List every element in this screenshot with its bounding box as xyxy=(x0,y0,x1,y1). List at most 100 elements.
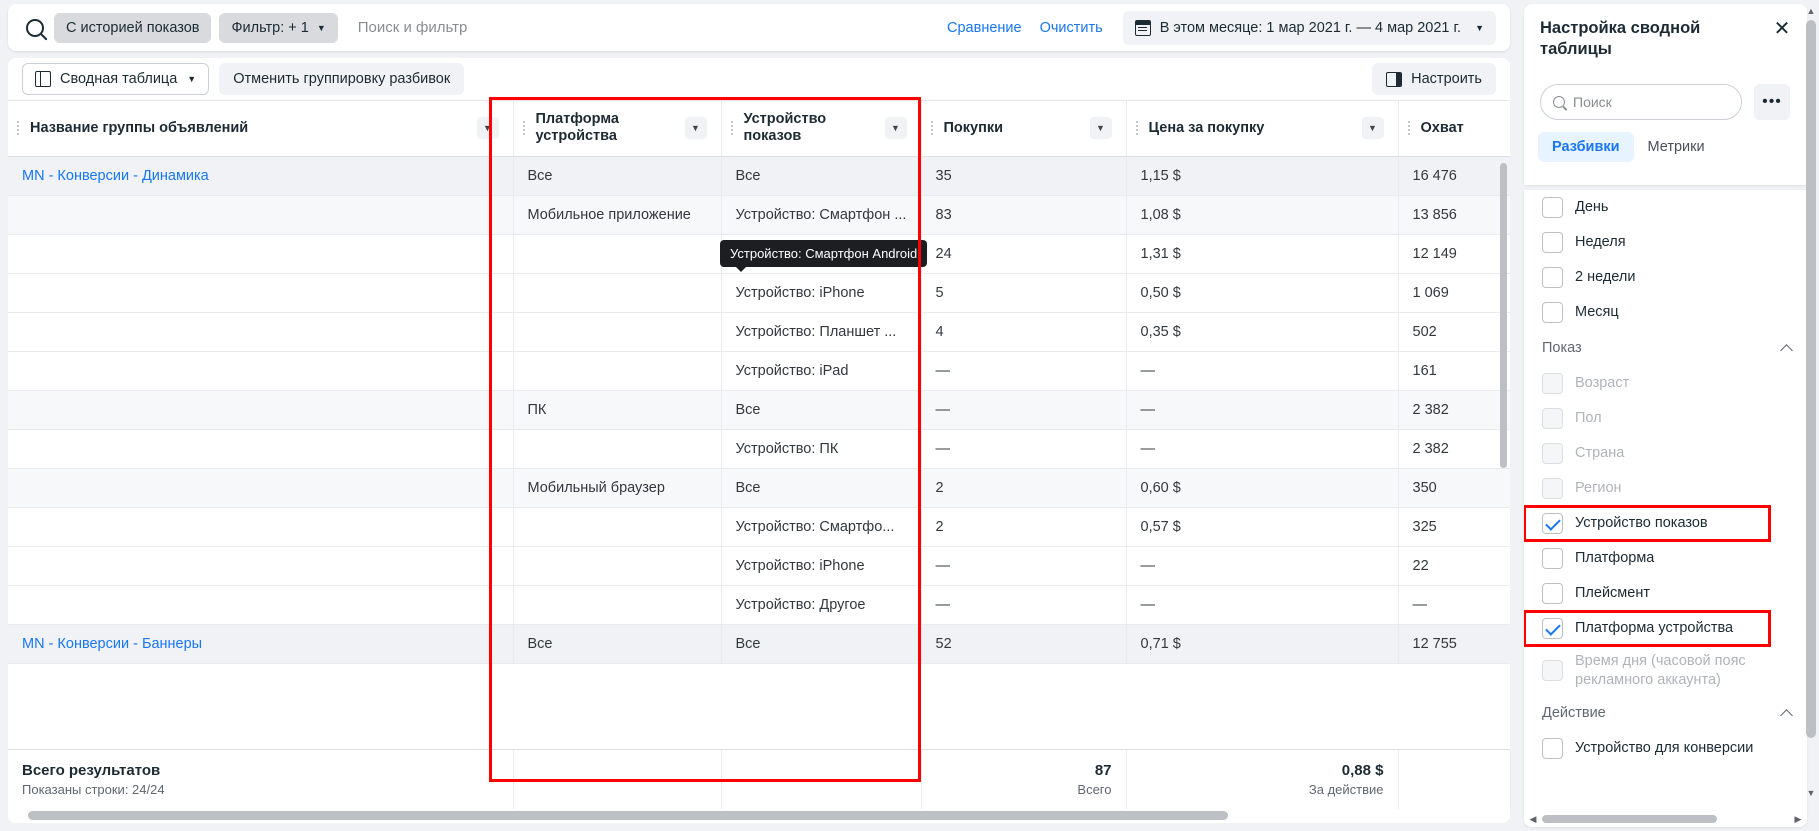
adjust-columns-button[interactable]: Настроить xyxy=(1372,63,1496,95)
compare-link[interactable]: Сравнение xyxy=(947,20,1022,36)
checkbox-unchecked[interactable] xyxy=(1542,267,1563,288)
cell-cost-per-purchase: 0,50 $ xyxy=(1126,273,1399,313)
breakdown-time-item-1[interactable]: Неделя xyxy=(1524,225,1807,260)
column-header-adset-name[interactable]: Название группы объявлений ▼ xyxy=(8,101,514,157)
search-input[interactable]: Поиск и фильтр xyxy=(358,19,929,36)
table-row[interactable]: MN - Конверсии - Баннеры Все Все 52 0,71 $ 12… xyxy=(8,624,1510,664)
column-header-purchases-label: Покупки xyxy=(943,119,1004,136)
tab-metrics[interactable]: Метрики xyxy=(1634,132,1719,162)
cell-reach-text: 13 856 xyxy=(1412,206,1457,223)
chip-filter-label: Фильтр: + 1 xyxy=(231,19,309,36)
table-row[interactable]: Устройство: iPhone — — 22 xyxy=(8,546,1510,586)
pivot-settings-panel: Настройка сводной таблицы ✕ Поиск ••• Ра… xyxy=(1520,0,1819,831)
column-header-cost-per-purchase[interactable]: Цена за покупку ▼ xyxy=(1126,101,1399,157)
cell-reach: 325 xyxy=(1398,507,1510,547)
breakdown-delivery-item-7[interactable]: Платформа устройства xyxy=(1524,610,1771,647)
column-drag-handle-icon[interactable] xyxy=(730,120,733,137)
checkbox-checked[interactable] xyxy=(1542,618,1563,639)
checkbox-unchecked[interactable] xyxy=(1542,583,1563,604)
panel-horizontal-scrollbar[interactable]: ◀ ▶ xyxy=(1524,811,1807,827)
breakdown-action-item-0[interactable]: Устройство для конверсии xyxy=(1524,731,1807,766)
close-icon[interactable]: ✕ xyxy=(1769,16,1795,42)
section-header-pokaz[interactable]: Показ xyxy=(1524,330,1807,366)
checkbox-unchecked xyxy=(1542,373,1563,394)
table-row[interactable]: Устройство: iPhone 5 0,50 $ 1 069 xyxy=(8,273,1510,313)
tab-breakdowns[interactable]: Разбивки xyxy=(1538,132,1634,162)
table-row[interactable]: Мобильный браузер Все 2 0,60 $ 350 xyxy=(8,468,1510,508)
search-icon[interactable] xyxy=(26,18,44,37)
scroll-down-icon[interactable]: ▼ xyxy=(1806,788,1816,798)
table-row[interactable]: Мобильное приложение Устройство: Смартфон… xyxy=(8,195,1510,235)
scroll-up-icon[interactable]: ▲ xyxy=(1806,6,1816,16)
breakdown-delivery-item-7-label: Платформа устройства xyxy=(1575,620,1734,637)
table-row[interactable]: Устройство: ПК — — 2 382 xyxy=(8,429,1510,469)
adset-name-link[interactable]: MN - Конверсии - Баннеры xyxy=(22,636,202,652)
scroll-right-icon[interactable]: ▶ xyxy=(1793,814,1803,825)
ungroup-breakdowns-button[interactable]: Отменить группировку разбивок xyxy=(219,63,465,95)
column-drag-handle-icon[interactable] xyxy=(1135,120,1138,137)
cell-device-platform xyxy=(513,351,722,391)
column-drag-handle-icon[interactable] xyxy=(522,120,525,137)
column-header-device-platform[interactable]: Платформа устройства ▼ xyxy=(513,101,722,157)
clear-link[interactable]: Очистить xyxy=(1040,20,1103,36)
chevron-down-icon[interactable]: ▼ xyxy=(884,117,907,140)
table-row[interactable]: MN - Конверсии - Динамика Все Все 35 1,15 $ 1… xyxy=(8,156,1510,196)
chevron-down-icon[interactable]: ▼ xyxy=(1361,117,1384,140)
chevron-down-icon[interactable]: ▼ xyxy=(476,117,499,140)
table-horizontal-scrollbar[interactable] xyxy=(8,809,1510,821)
breakdown-time-item-3[interactable]: Месяц xyxy=(1524,295,1807,330)
breakdown-time-item-2[interactable]: 2 недели xyxy=(1524,260,1807,295)
checkbox-unchecked[interactable] xyxy=(1542,197,1563,218)
cell-impression-device: Устройство: Смартфо... xyxy=(721,234,922,274)
column-drag-handle-icon[interactable] xyxy=(930,120,933,137)
panel-hscroll-thumb[interactable] xyxy=(1542,815,1717,823)
chevron-down-icon[interactable]: ▼ xyxy=(1089,117,1112,140)
chevron-up-icon[interactable] xyxy=(1780,708,1793,722)
table-vertical-scrollbar[interactable] xyxy=(1500,163,1507,468)
scroll-left-icon[interactable]: ◀ xyxy=(1528,814,1538,825)
breakdown-delivery-item-5[interactable]: Платформа xyxy=(1524,541,1807,576)
cell-impression-device: Устройство: Другое xyxy=(721,585,922,625)
cell-reach-text: 502 xyxy=(1412,323,1437,340)
cell-reach-text: 2 382 xyxy=(1412,440,1449,457)
totals-cpp-label: За действие xyxy=(1308,782,1384,797)
checkbox-unchecked[interactable] xyxy=(1542,302,1563,323)
table-row[interactable]: ПК Все — — 2 382 xyxy=(8,390,1510,430)
chip-filter[interactable]: Фильтр: + 1 ▼ xyxy=(219,12,338,43)
table-row[interactable]: Устройство: Планшет ... 4 0,35 $ 502 xyxy=(8,312,1510,352)
chip-with-delivery-history[interactable]: С историей показов xyxy=(54,12,212,43)
cell-impression-device: Устройство: iPhone xyxy=(721,546,922,586)
section-header-action[interactable]: Действие xyxy=(1524,695,1807,731)
cell-device-platform: Все xyxy=(513,624,722,664)
column-header-impression-device[interactable]: Устройство показов ▼ xyxy=(721,101,922,157)
cell-impression-device: Устройство: iPhone xyxy=(721,273,922,313)
chevron-down-icon[interactable]: ▼ xyxy=(684,117,707,140)
adset-name-link[interactable]: MN - Конверсии - Динамика xyxy=(22,168,209,184)
chevron-up-icon[interactable] xyxy=(1780,343,1793,357)
more-options-icon[interactable]: ••• xyxy=(1754,84,1790,120)
cell-cost-per-purchase-text: — xyxy=(1140,557,1156,574)
table-row[interactable]: Устройство: Смартфо... 24 1,31 $ 12 149 xyxy=(8,234,1510,274)
column-header-reach[interactable]: Охват xyxy=(1398,101,1510,157)
panel-search-input[interactable]: Поиск xyxy=(1540,84,1742,120)
chip-with-delivery-history-label: С историей показов xyxy=(66,19,200,36)
breakdown-delivery-item-6[interactable]: Плейсмент xyxy=(1524,576,1807,611)
column-header-purchases[interactable]: Покупки ▼ xyxy=(921,101,1127,157)
table-row[interactable]: Устройство: Другое — — — xyxy=(8,585,1510,625)
checkbox-unchecked[interactable] xyxy=(1542,738,1563,759)
checkbox-unchecked[interactable] xyxy=(1542,548,1563,569)
cell-reach-text: 1 069 xyxy=(1412,284,1449,301)
column-drag-handle-icon[interactable] xyxy=(1407,120,1410,137)
table-row[interactable]: Устройство: iPad — — 161 xyxy=(8,351,1510,391)
cell-purchases-text: 83 xyxy=(935,206,952,223)
hscroll-thumb[interactable] xyxy=(28,811,1228,820)
table-row[interactable]: Устройство: Смартфо... 2 0,57 $ 325 xyxy=(8,507,1510,547)
checkbox-checked[interactable] xyxy=(1542,513,1563,534)
date-range-picker[interactable]: В этом месяце: 1 мар 2021 г. — 4 мар 202… xyxy=(1122,10,1496,45)
pivot-table-button[interactable]: Сводная таблица ▼ xyxy=(22,63,210,95)
checkbox-unchecked[interactable] xyxy=(1542,232,1563,253)
breakdown-delivery-item-4[interactable]: Устройство показов xyxy=(1524,505,1771,542)
column-drag-handle-icon[interactable] xyxy=(17,120,19,137)
breakdown-time-item-0[interactable]: День xyxy=(1524,190,1807,225)
panel-list-scrollbar[interactable] xyxy=(1810,300,1815,530)
